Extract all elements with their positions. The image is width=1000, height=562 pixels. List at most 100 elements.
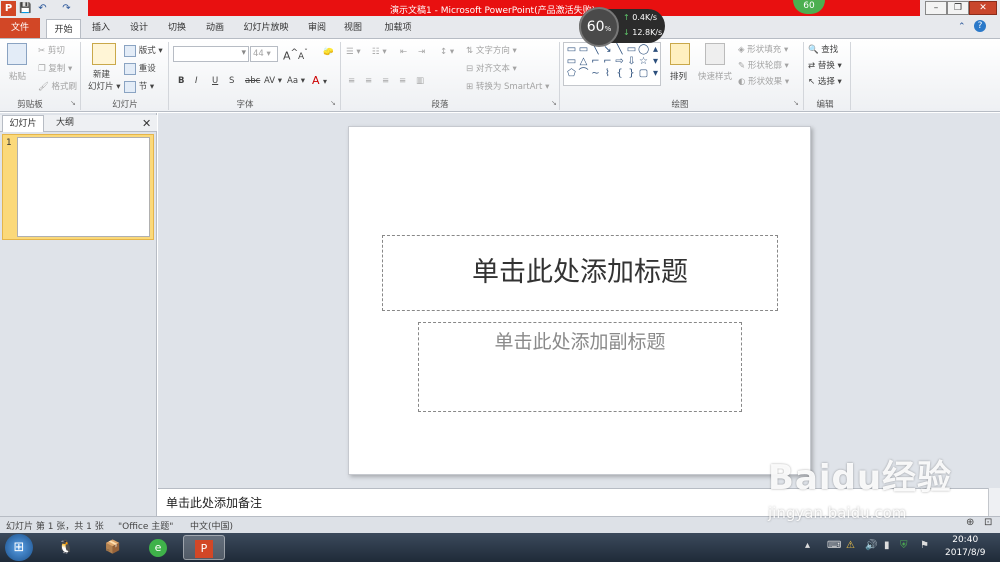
shape-effects-button[interactable]: ◐ 形状效果 ▾	[738, 75, 789, 87]
rounded-rect-shape-icon[interactable]: ▢	[638, 69, 649, 79]
network-icon[interactable]: ▮	[884, 540, 890, 551]
font-color-button[interactable]: A ▾	[312, 74, 327, 87]
format-painter-button[interactable]: 🖌 格式刷	[38, 80, 77, 92]
paste-icon[interactable]	[7, 43, 27, 65]
right-arrow-shape-icon[interactable]: ⇨	[614, 57, 625, 67]
line-shape-icon[interactable]: ╲	[614, 45, 625, 55]
triangle-shape-icon[interactable]: △	[578, 57, 589, 67]
find-button[interactable]: 🔍 查找	[808, 43, 838, 55]
text-direction-button[interactable]: ⇅ 文字方向 ▾	[466, 44, 517, 56]
taskbar-browser[interactable]: e	[140, 535, 176, 560]
rectangle-shape-icon[interactable]: ▭	[566, 57, 577, 67]
shield-icon[interactable]: ⛨	[900, 540, 908, 551]
italic-button[interactable]: I	[195, 76, 198, 86]
justify-icon[interactable]: ≡	[399, 76, 406, 86]
close-pane-icon[interactable]: ✕	[142, 115, 151, 132]
restore-button[interactable]: ❐	[947, 1, 969, 15]
volume-icon[interactable]: 🔊	[865, 540, 877, 551]
shape-outline-button[interactable]: ✎ 形状轮廓 ▾	[738, 59, 789, 71]
right-brace-shape-icon[interactable]: }	[626, 69, 637, 79]
gallery-more-icon[interactable]: ▾	[650, 69, 661, 79]
tray-expand-icon[interactable]: ▴	[805, 540, 810, 551]
new-slide-icon[interactable]	[92, 43, 116, 65]
dialog-launcher-icon[interactable]: ↘	[551, 99, 557, 107]
shapes-gallery[interactable]: ▭ ▭ ╲ ↘ ╲ ▭ ◯ ▴ ▭ △ ⌐ ⌐ ⇨ ⇩ ☆ ▾ ⬠ ⌒ ∼ ⌇ …	[563, 42, 661, 86]
align-text-button[interactable]: ⊟ 对齐文本 ▾	[466, 62, 517, 74]
arrow-shape-icon[interactable]: ↘	[602, 45, 613, 55]
redo-icon[interactable]: ↷	[60, 2, 73, 15]
shadow-button[interactable]: S	[229, 76, 234, 86]
font-name-select[interactable]: ▾	[173, 46, 249, 62]
flag-icon[interactable]: ⚑	[920, 540, 929, 551]
subtitle-placeholder[interactable]: 单击此处添加副标题	[418, 322, 742, 412]
elbow-connector-icon[interactable]: ⌐	[590, 57, 601, 67]
tab-slides-pane[interactable]: 幻灯片	[2, 115, 44, 132]
tab-review[interactable]: 审阅	[304, 18, 330, 38]
vertical-textbox-shape-icon[interactable]: ▭	[578, 45, 589, 55]
curve-shape-icon[interactable]: ∼	[590, 69, 601, 79]
star-shape-icon[interactable]: ☆	[638, 57, 649, 67]
gallery-scroll-up-icon[interactable]: ▴	[650, 45, 661, 55]
theme-status[interactable]: "Office 主题"	[118, 519, 173, 532]
taskbar-qq[interactable]: 🐧	[48, 535, 84, 560]
new-slide-button[interactable]: 新建	[93, 68, 110, 80]
slide-thumbnail[interactable]	[17, 137, 150, 237]
tab-addins[interactable]: 加载项	[378, 18, 418, 38]
line-spacing-button[interactable]: ↕ ▾	[440, 47, 454, 57]
undo-icon[interactable]: ↶	[36, 2, 49, 15]
section-button[interactable]: 节 ▾	[124, 80, 154, 93]
tab-slideshow[interactable]: 幻灯片放映	[240, 18, 292, 38]
tab-view[interactable]: 视图	[340, 18, 366, 38]
tab-home[interactable]: 开始	[46, 19, 81, 39]
grow-font-button[interactable]: A^	[283, 47, 298, 63]
align-center-icon[interactable]: ≡	[365, 76, 372, 86]
columns-icon[interactable]: ▥	[416, 76, 424, 86]
elbow-connector-icon[interactable]: ⌐	[602, 57, 613, 67]
char-spacing-button[interactable]: AV ▾	[264, 76, 282, 86]
rectangle-shape-icon[interactable]: ▭	[626, 45, 637, 55]
clear-formatting-icon[interactable]: 🧽	[323, 47, 334, 57]
language-status[interactable]: 中文(中国)	[190, 519, 233, 532]
dialog-launcher-icon[interactable]: ↘	[793, 99, 799, 107]
dialog-launcher-icon[interactable]: ↘	[330, 99, 336, 107]
gallery-scroll-down-icon[interactable]: ▾	[650, 57, 661, 67]
font-size-select[interactable]: 44 ▾	[250, 46, 278, 62]
layout-button[interactable]: 版式 ▾	[124, 44, 163, 57]
left-brace-shape-icon[interactable]: {	[614, 69, 625, 79]
quick-styles-icon[interactable]	[705, 43, 725, 65]
down-arrow-shape-icon[interactable]: ⇩	[626, 57, 637, 67]
shape-fill-button[interactable]: ◈ 形状填充 ▾	[738, 43, 788, 55]
align-right-icon[interactable]: ≡	[382, 76, 389, 86]
help-icon[interactable]: ?	[974, 20, 986, 32]
tab-design[interactable]: 设计	[124, 18, 154, 38]
oval-shape-icon[interactable]: ◯	[638, 45, 649, 55]
tab-file[interactable]: 文件	[0, 18, 40, 38]
arrange-icon[interactable]	[670, 43, 690, 65]
dialog-launcher-icon[interactable]: ↘	[70, 99, 76, 107]
arc-shape-icon[interactable]: ⌒	[578, 69, 589, 79]
arrange-button[interactable]: 排列	[670, 70, 687, 82]
freeform-shape-icon[interactable]: ⌇	[602, 69, 613, 79]
paste-button[interactable]: 粘贴	[9, 70, 26, 82]
decrease-indent-icon[interactable]: ⇤	[400, 47, 407, 57]
start-button[interactable]: ⊞	[5, 534, 33, 561]
tab-transitions[interactable]: 切换	[162, 18, 192, 38]
close-button[interactable]: ✕	[969, 1, 997, 15]
increase-indent-icon[interactable]: ⇥	[418, 47, 425, 57]
change-case-button[interactable]: Aa ▾	[287, 76, 305, 86]
bullets-button[interactable]: ☰ ▾	[346, 47, 361, 57]
memory-usage-circle[interactable]: 60%	[579, 7, 619, 47]
textbox-shape-icon[interactable]: ▭	[566, 45, 577, 55]
tab-outline-pane[interactable]: 大纲	[46, 115, 84, 132]
tab-insert[interactable]: 插入	[86, 18, 116, 38]
quick-styles-button[interactable]: 快速样式	[698, 70, 732, 82]
powerpoint-app-icon[interactable]: P	[1, 1, 16, 16]
title-placeholder[interactable]: 单击此处添加标题	[382, 235, 778, 311]
replace-button[interactable]: ⇄ 替换 ▾	[808, 59, 842, 71]
clock[interactable]: 20:40 2017/8/9	[945, 534, 985, 560]
pentagon-shape-icon[interactable]: ⬠	[566, 69, 577, 79]
minimize-ribbon-icon[interactable]: ⌃	[958, 22, 966, 32]
shrink-font-button[interactable]: Aˇ	[298, 48, 308, 62]
taskbar-archive[interactable]: 📦	[95, 535, 131, 560]
numbering-button[interactable]: ☷ ▾	[372, 47, 387, 57]
